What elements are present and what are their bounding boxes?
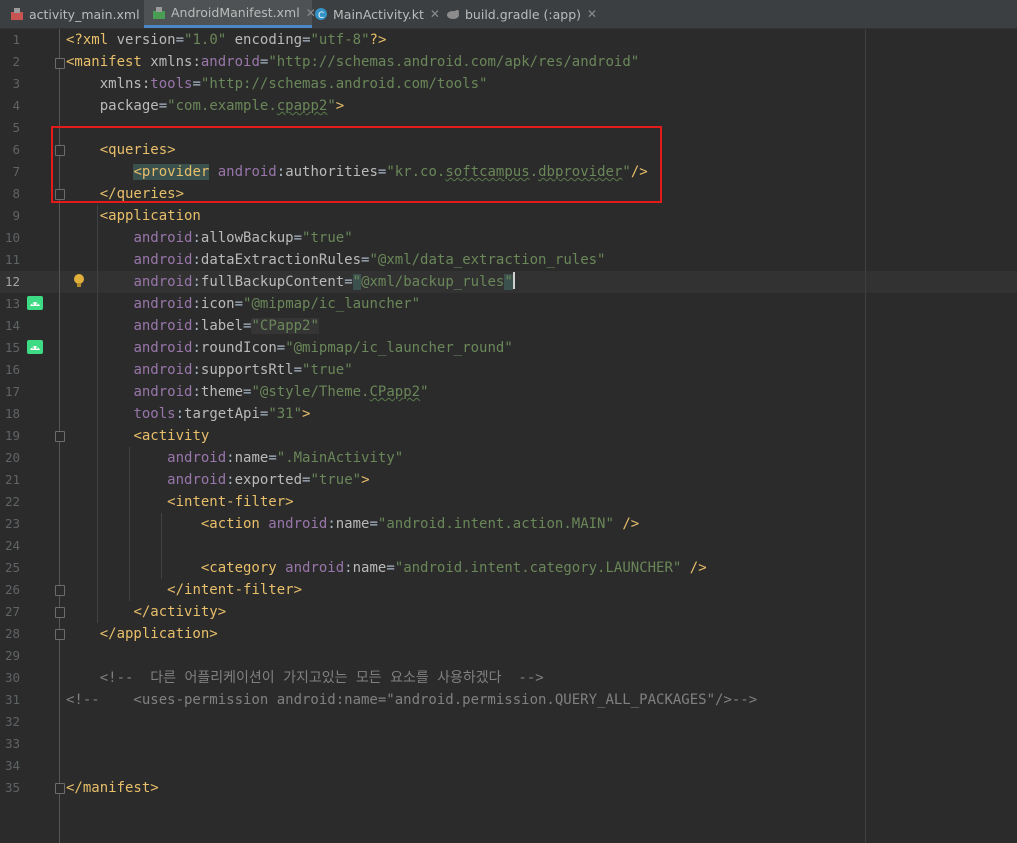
line-number: 29 bbox=[4, 648, 20, 663]
code-line: <manifest xmlns:android="http://schemas.… bbox=[66, 54, 640, 70]
svg-text:C: C bbox=[318, 11, 324, 21]
line-number: 33 bbox=[4, 736, 20, 751]
xml-layout-icon bbox=[10, 7, 24, 21]
tab-label: AndroidManifest.xml bbox=[171, 5, 300, 20]
highlight-annotation-box bbox=[51, 126, 662, 203]
code-line: android:roundIcon="@mipmap/ic_launcher_r… bbox=[133, 340, 513, 356]
code-line: <activity bbox=[133, 428, 210, 444]
code-line: android:allowBackup="true" bbox=[133, 230, 353, 246]
code-line: android:label="CPapp2" bbox=[133, 318, 319, 334]
code-line: </intent-filter> bbox=[167, 582, 303, 598]
code-line: <application bbox=[99, 208, 201, 224]
code-line: <?xml version="1.0" encoding="utf-8"?> bbox=[66, 32, 387, 48]
code-line: android:name=".MainActivity" bbox=[167, 450, 404, 466]
tab-build-gradle-app[interactable]: build.gradle (:app) ✕ bbox=[438, 0, 597, 28]
line-number: 32 bbox=[4, 714, 20, 729]
tab-label: activity_main.xml bbox=[29, 6, 140, 22]
code-line: <!-- 다른 어플리케이션이 가지고있는 모든 요소를 사용하겠다 --> bbox=[99, 670, 544, 686]
code-line: package="com.example.cpapp2"> bbox=[99, 98, 345, 114]
code-line: android:dataExtractionRules="@xml/data_e… bbox=[133, 252, 606, 268]
line-number: 24 bbox=[4, 538, 20, 553]
code-line: android:supportsRtl="true" bbox=[133, 362, 353, 378]
code-line: android:exported="true"> bbox=[167, 472, 370, 488]
code-line: </application> bbox=[99, 626, 218, 642]
code-line: <category android:name="android.intent.c… bbox=[200, 560, 707, 576]
close-tab-icon[interactable]: ✕ bbox=[587, 7, 597, 21]
code-line: <!-- <uses-permission android:name="andr… bbox=[66, 692, 758, 708]
tab-label: build.gradle (:app) bbox=[465, 6, 582, 22]
line-number: 5 bbox=[12, 120, 20, 135]
code-line: android:theme="@style/Theme.CPapp2" bbox=[133, 384, 429, 400]
manifest-file-icon bbox=[152, 6, 166, 20]
code-line: android:icon="@mipmap/ic_launcher" bbox=[133, 296, 421, 312]
code-line: <action android:name="android.intent.act… bbox=[200, 516, 640, 532]
tab-label: MainActivity.kt bbox=[333, 6, 424, 22]
code-line: xmlns:tools="http://schemas.android.com/… bbox=[99, 76, 488, 92]
code-line: </manifest> bbox=[66, 780, 159, 796]
editor-tab-bar: activity_main.xml ✕ AndroidManifest.xml … bbox=[0, 0, 1017, 29]
code-line: </activity> bbox=[133, 604, 227, 620]
text-caret bbox=[512, 272, 515, 289]
kotlin-class-icon: C bbox=[314, 7, 328, 21]
tab-main-activity-kt[interactable]: C MainActivity.kt ✕ bbox=[306, 0, 444, 28]
code-editor[interactable]: 1 2 3 4 5 6 7 8 9 10 11 12 13 14 15 16 1… bbox=[0, 29, 1017, 843]
code-line: <intent-filter> bbox=[167, 494, 294, 510]
gradle-icon bbox=[446, 7, 460, 21]
tab-android-manifest-xml[interactable]: AndroidManifest.xml ✕ bbox=[144, 0, 316, 28]
tab-activity-main-xml[interactable]: activity_main.xml ✕ bbox=[0, 0, 156, 28]
code-line: android:fullBackupContent="@xml/backup_r… bbox=[133, 272, 515, 290]
line-number: 34 bbox=[4, 758, 20, 773]
code-line: tools:targetApi="31"> bbox=[133, 406, 311, 422]
